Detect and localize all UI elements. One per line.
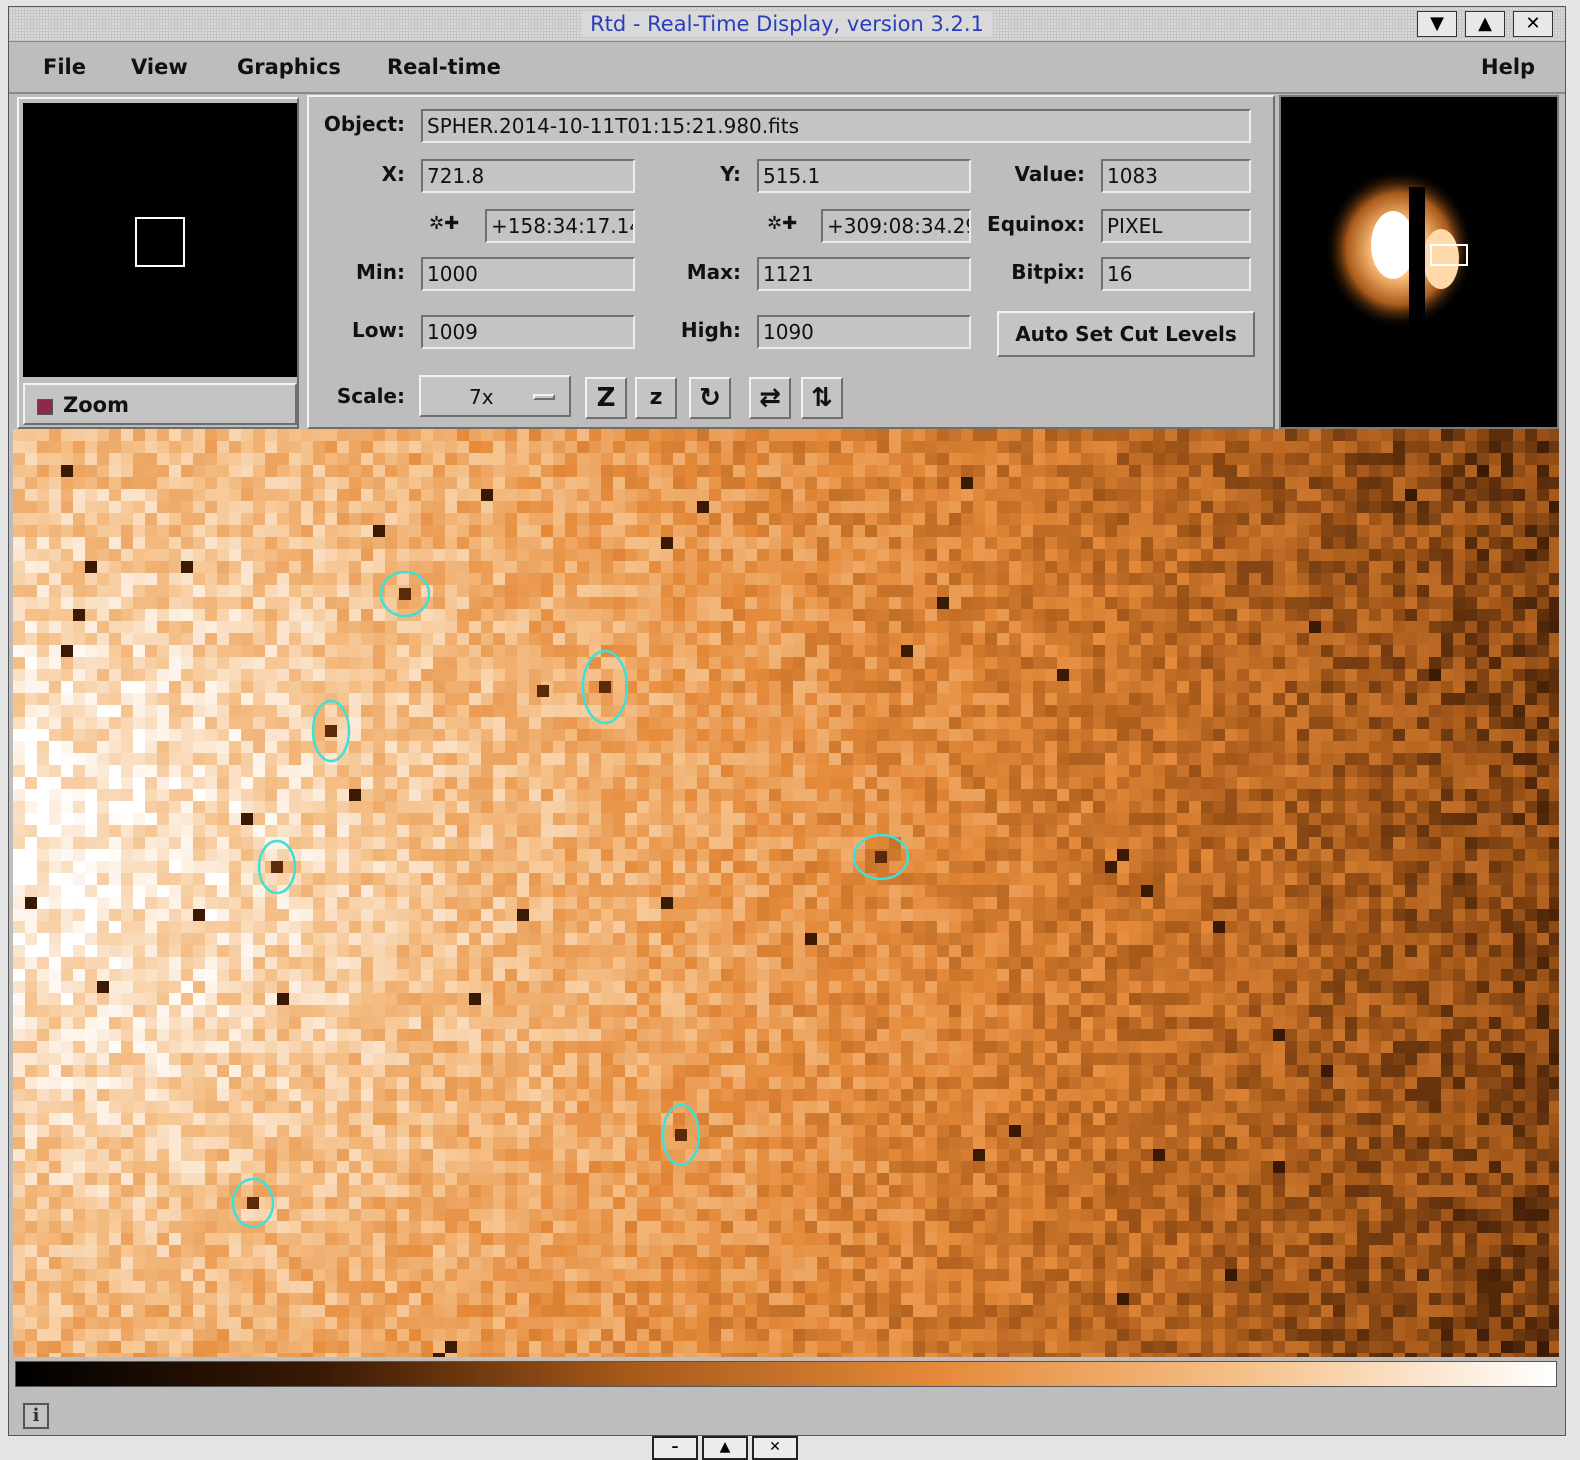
zoom-out-icon: z [649, 385, 663, 410]
x-label: X: [381, 162, 405, 186]
object-field[interactable]: SPHER.2014-10-11T01:15:21.980.fits [421, 109, 1251, 143]
pan-source-right [1423, 229, 1459, 289]
hot-pixel [399, 588, 411, 600]
ra-field[interactable]: +158:34:17.14 [485, 209, 635, 243]
bitpix-label: Bitpix: [1011, 260, 1085, 284]
object-label: Object: [323, 112, 405, 136]
hot-pixel [325, 725, 337, 737]
taskbar-close-button[interactable]: ✕ [752, 1436, 798, 1460]
equinox-label: Equinox: [987, 212, 1085, 236]
rotate-icon: ↻ [699, 383, 721, 413]
zoom-checkbox[interactable] [37, 399, 53, 415]
x-field[interactable]: 721.8 [421, 159, 635, 193]
flip-y-icon: ⇅ [811, 383, 833, 413]
hot-pixel [675, 1129, 687, 1141]
dec-icon: ✲✚ [767, 213, 798, 234]
rtd-window: Rtd - Real-Time Display, version 3.2.1 ▼… [8, 6, 1566, 1436]
image-pixels [13, 429, 1559, 1357]
taskbar-minimize-button[interactable]: – [652, 1436, 698, 1460]
zoom-in-button[interactable]: Z [585, 377, 627, 419]
option-menu-indicator-icon [533, 394, 555, 400]
info-panel: Object: SPHER.2014-10-11T01:15:21.980.fi… [307, 95, 1275, 429]
auto-set-cut-levels-button[interactable]: Auto Set Cut Levels [997, 311, 1255, 357]
flip-x-button[interactable]: ⇄ [749, 377, 791, 419]
main-image-canvas[interactable] [13, 429, 1559, 1357]
pan-panel[interactable] [1279, 95, 1559, 429]
zoom-panel: Zoom [17, 97, 299, 429]
ra-icon: ✲✚ [429, 213, 460, 234]
zoom-view[interactable] [23, 103, 297, 377]
pan-thumbnail [1324, 169, 1474, 329]
close-button[interactable]: ✕ [1513, 11, 1553, 37]
zoom-in-icon: Z [596, 383, 616, 413]
pan-coronagraph-gap [1409, 187, 1425, 327]
high-field[interactable]: 1090 [757, 315, 971, 349]
value-field[interactable]: 1083 [1101, 159, 1251, 193]
low-label: Low: [352, 318, 405, 342]
zoom-toggle-button[interactable]: Zoom [23, 383, 297, 425]
max-field[interactable]: 1121 [757, 257, 971, 291]
menu-help[interactable]: Help [1481, 54, 1535, 80]
low-field[interactable]: 1009 [421, 315, 635, 349]
y-field[interactable]: 515.1 [757, 159, 971, 193]
taskbar-window-controls: – ▲ ✕ [650, 1436, 805, 1460]
equinox-field[interactable]: PIXEL [1101, 209, 1251, 243]
scale-select[interactable]: 7x [419, 375, 571, 417]
zoom-label: Zoom [63, 393, 129, 417]
scale-label: Scale: [336, 384, 405, 408]
menu-file[interactable]: File [43, 54, 86, 80]
scale-value: 7x [469, 385, 494, 409]
zoom-cursor-box [135, 217, 185, 267]
pan-source-core [1371, 211, 1415, 279]
flip-y-button[interactable]: ⇅ [801, 377, 843, 419]
info-icon[interactable]: i [23, 1403, 49, 1429]
hot-pixel [271, 861, 283, 873]
min-label: Min: [356, 260, 405, 284]
title-bar[interactable]: Rtd - Real-Time Display, version 3.2.1 ▼… [9, 7, 1565, 42]
status-bar: i [9, 1391, 1565, 1435]
hot-pixel [599, 681, 611, 693]
menu-real-time[interactable]: Real-time [387, 54, 501, 80]
flip-x-icon: ⇄ [759, 383, 781, 413]
window-title: Rtd - Real-Time Display, version 3.2.1 [582, 11, 992, 37]
colorbar[interactable] [15, 1361, 1557, 1387]
min-field[interactable]: 1000 [421, 257, 635, 291]
hot-pixel [537, 685, 549, 697]
bitpix-field[interactable]: 16 [1101, 257, 1251, 291]
hot-pixel [875, 851, 887, 863]
rotate-button[interactable]: ↻ [689, 377, 731, 419]
menu-view[interactable]: View [131, 54, 188, 80]
max-label: Max: [686, 260, 741, 284]
hot-pixel [247, 1197, 259, 1209]
menu-bar: File View Graphics Real-time Help [9, 42, 1565, 94]
value-label: Value: [1014, 162, 1085, 186]
minimize-button[interactable]: ▼ [1417, 11, 1457, 37]
zoom-out-button[interactable]: z [635, 377, 677, 419]
taskbar-maximize-button[interactable]: ▲ [702, 1436, 748, 1460]
y-label: Y: [720, 162, 741, 186]
dec-field[interactable]: +309:08:34.29 [821, 209, 971, 243]
maximize-button[interactable]: ▲ [1465, 11, 1505, 37]
menu-graphics[interactable]: Graphics [237, 54, 341, 80]
high-label: High: [680, 318, 741, 342]
